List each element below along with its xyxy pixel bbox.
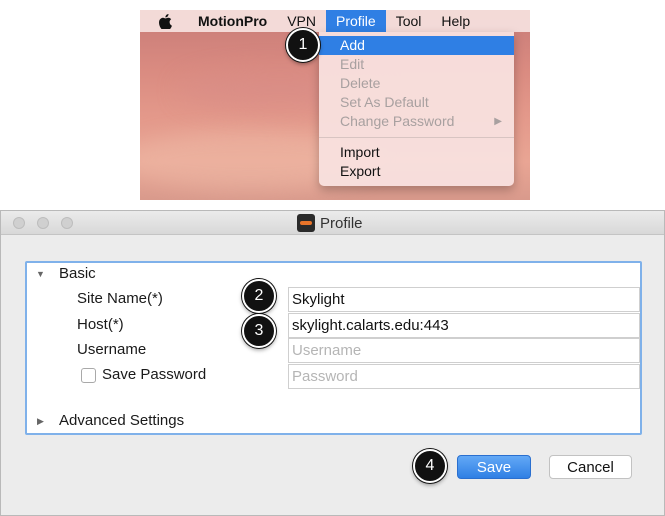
window-title: Profile (297, 214, 363, 232)
username-input[interactable] (288, 338, 640, 363)
cancel-button[interactable]: Cancel (549, 455, 632, 479)
app-name-menu[interactable]: MotionPro (188, 10, 277, 32)
menu-profile[interactable]: Profile (326, 10, 386, 32)
minimize-window-button[interactable] (37, 217, 49, 229)
apple-icon[interactable] (154, 10, 176, 32)
profile-dropdown-menu: Add Edit Delete Set As Default Change Pa… (319, 32, 514, 186)
menu-help[interactable]: Help (431, 10, 480, 32)
menu-item-add[interactable]: Add (319, 36, 514, 55)
callout-2: 2 (242, 279, 276, 313)
close-window-button[interactable] (13, 217, 25, 229)
menu-tool[interactable]: Tool (386, 10, 432, 32)
title-bar: Profile (1, 211, 664, 235)
host-label: Host(*) (77, 316, 124, 333)
advanced-settings-header[interactable]: Advanced Settings (59, 412, 184, 429)
save-password-label[interactable]: Save Password (102, 366, 206, 383)
host-input[interactable] (288, 313, 640, 338)
callout-3: 3 (242, 314, 276, 348)
username-label: Username (77, 341, 147, 358)
profile-dialog: Profile ▼ Basic Site Name(*) Host(*) Use… (0, 210, 665, 516)
password-input[interactable] (288, 364, 640, 389)
menu-item-change-password: Change Password ▶ (319, 112, 514, 131)
callout-1: 1 (286, 28, 320, 62)
menu-separator (319, 137, 514, 138)
save-button[interactable]: Save (457, 455, 531, 479)
site-name-input[interactable] (288, 287, 640, 312)
site-name-label: Site Name(*) (77, 290, 163, 307)
basic-section-header[interactable]: Basic (59, 265, 96, 282)
menu-item-import[interactable]: Import (319, 143, 514, 162)
window-title-text: Profile (320, 214, 363, 232)
menu-bar: MotionPro VPN Profile Tool Help (140, 10, 530, 32)
submenu-arrow-icon: ▶ (494, 116, 502, 127)
collapsed-triangle-icon[interactable]: ▶ (37, 416, 44, 427)
menu-screenshot: MotionPro VPN Profile Tool Help Add Edit… (140, 10, 530, 200)
callout-4: 4 (413, 449, 447, 483)
menu-item-export[interactable]: Export (319, 162, 514, 181)
menu-item-change-password-label: Change Password (340, 113, 455, 129)
save-password-checkbox[interactable] (81, 368, 96, 383)
menu-item-edit: Edit (340, 56, 365, 72)
zoom-window-button[interactable] (61, 217, 73, 229)
settings-panel: ▼ Basic Site Name(*) Host(*) Username Sa… (25, 261, 642, 435)
menu-item-set-as-default: Set As Default (340, 94, 429, 110)
motionpro-app-icon (297, 214, 315, 232)
menu-item-delete: Delete (340, 75, 381, 91)
expanded-triangle-icon[interactable]: ▼ (36, 269, 45, 279)
